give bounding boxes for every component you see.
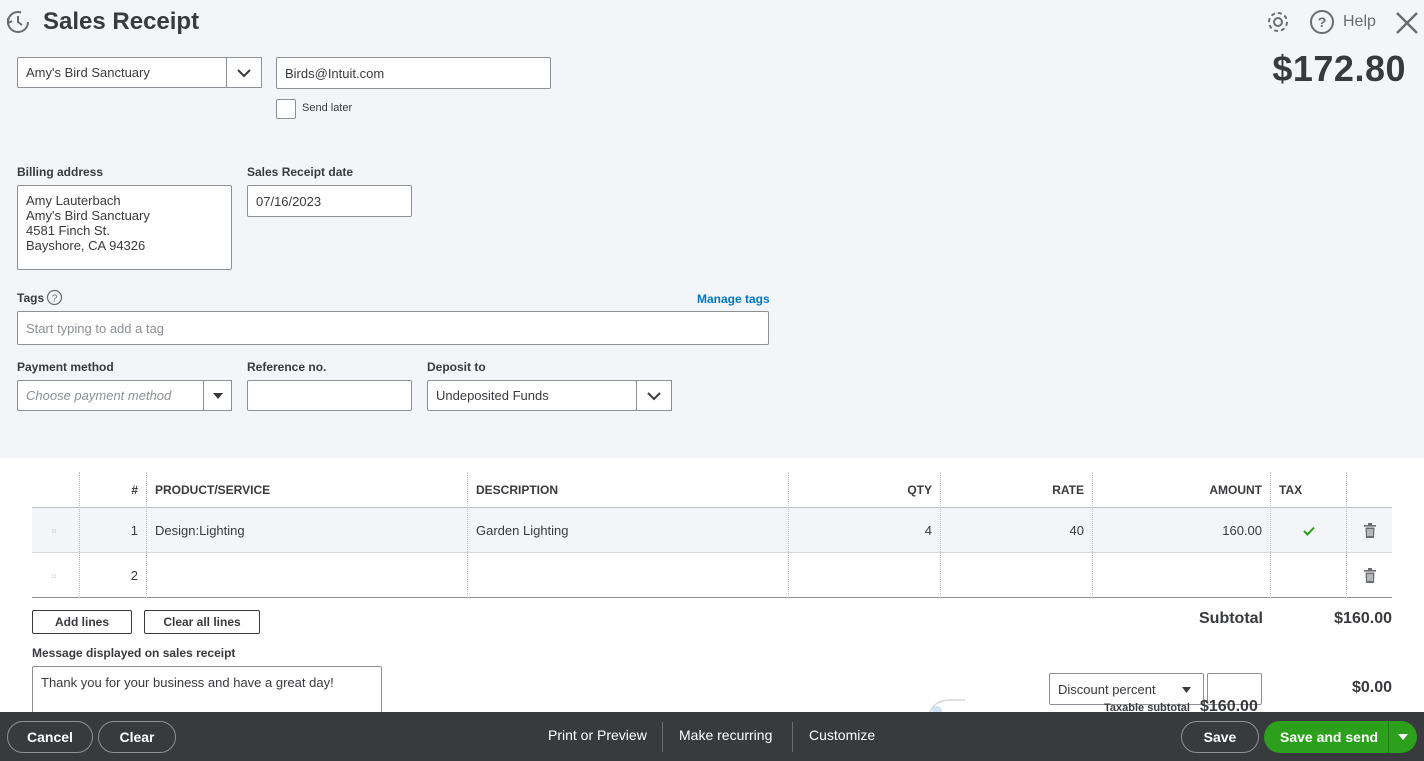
billing-address-label: Billing address bbox=[17, 165, 104, 179]
deposit-to-dropdown-button[interactable] bbox=[636, 380, 672, 411]
col-header-qty: QTY bbox=[907, 483, 932, 497]
tax-cell[interactable] bbox=[1271, 508, 1347, 553]
payment-method-dropdown-button[interactable] bbox=[203, 380, 232, 411]
close-icon[interactable] bbox=[1394, 10, 1420, 36]
email-field[interactable]: Birds@Intuit.com bbox=[276, 57, 551, 89]
tags-label: Tags bbox=[17, 291, 45, 305]
description-cell[interactable] bbox=[468, 553, 788, 598]
discount-type-select[interactable]: Discount percent bbox=[1049, 673, 1204, 705]
column-divider bbox=[467, 472, 468, 598]
product-cell[interactable]: Design:Lighting bbox=[147, 508, 467, 553]
row-number: 1 bbox=[130, 523, 138, 538]
customize-link[interactable]: Customize bbox=[809, 727, 875, 743]
footer-divider bbox=[662, 722, 663, 752]
chevron-down-icon bbox=[237, 68, 251, 77]
table-row[interactable]: 1 Design:Lighting Garden Lighting 4 40 1… bbox=[32, 508, 1392, 553]
payment-method-placeholder: Choose payment method bbox=[26, 388, 172, 403]
add-lines-button[interactable]: Add lines bbox=[32, 610, 132, 634]
column-divider bbox=[79, 472, 80, 598]
tags-placeholder: Start typing to add a tag bbox=[26, 320, 165, 336]
billing-line: Bayshore, CA 94326 bbox=[26, 238, 146, 253]
description-cell[interactable]: Garden Lighting bbox=[468, 508, 788, 553]
discount-amount: $0.00 bbox=[1351, 679, 1392, 696]
footer-bar: Cancel Clear Print or Preview Make recur… bbox=[0, 712, 1424, 761]
delete-row-button[interactable] bbox=[1348, 508, 1392, 553]
clear-button[interactable]: Clear bbox=[98, 721, 176, 753]
column-divider bbox=[940, 472, 941, 598]
reference-input[interactable] bbox=[247, 380, 412, 411]
billing-line: Amy Lauterbach bbox=[26, 193, 121, 208]
payment-method-select[interactable]: Choose payment method bbox=[17, 380, 204, 411]
gear-icon[interactable] bbox=[1265, 9, 1291, 35]
help-link[interactable]: Help bbox=[1343, 13, 1376, 31]
column-divider bbox=[788, 472, 789, 598]
product-cell[interactable] bbox=[147, 553, 467, 598]
amount-cell[interactable]: 160.00 bbox=[1093, 508, 1270, 553]
qty-cell[interactable] bbox=[789, 553, 940, 598]
tags-input[interactable]: Start typing to add a tag bbox=[17, 311, 769, 345]
discount-type-value: Discount percent bbox=[1058, 681, 1156, 697]
total-amount: $172.80 bbox=[1272, 48, 1406, 89]
decorative-shape bbox=[929, 699, 965, 712]
billing-address-field[interactable]: Amy Lauterbach Amy's Bird Sanctuary 4581… bbox=[17, 185, 232, 270]
qty-cell[interactable]: 4 bbox=[789, 508, 940, 553]
reference-label: Reference no. bbox=[247, 360, 327, 374]
column-divider bbox=[1346, 472, 1347, 598]
receipt-date-field[interactable]: 07/16/2023 bbox=[247, 185, 412, 217]
column-divider bbox=[146, 472, 147, 598]
col-header-tax: TAX bbox=[1279, 483, 1303, 497]
page-title: Sales Receipt bbox=[43, 8, 200, 35]
col-header-amount: AMOUNT bbox=[1209, 483, 1262, 497]
col-header-product: PRODUCT/SERVICE bbox=[155, 483, 271, 497]
caret-down-icon bbox=[1398, 734, 1408, 740]
column-divider bbox=[1092, 472, 1093, 598]
footer-divider bbox=[792, 722, 793, 752]
drag-handle-icon[interactable] bbox=[44, 553, 64, 598]
customer-select[interactable]: Amy's Bird Sanctuary bbox=[17, 57, 227, 88]
rate-cell[interactable] bbox=[941, 553, 1092, 598]
tax-cell[interactable] bbox=[1271, 553, 1347, 598]
trash-icon bbox=[1364, 523, 1376, 538]
message-label: Message displayed on sales receipt bbox=[32, 646, 236, 660]
send-later-checkbox[interactable] bbox=[276, 99, 296, 119]
trash-icon bbox=[1364, 568, 1376, 583]
billing-line: 4581 Finch St. bbox=[26, 223, 110, 238]
subtotal-label: Subtotal bbox=[1199, 610, 1263, 627]
caret-down-icon bbox=[212, 392, 223, 399]
col-header-description: DESCRIPTION bbox=[476, 483, 559, 497]
recent-history-icon[interactable] bbox=[4, 8, 32, 36]
subtotal-value: $160.00 bbox=[1334, 610, 1392, 627]
delete-row-button[interactable] bbox=[1348, 553, 1392, 598]
row-number: 2 bbox=[130, 568, 138, 583]
send-later-label: Send later bbox=[302, 102, 353, 114]
drag-handle-icon[interactable] bbox=[44, 508, 64, 553]
help-icon[interactable]: ? bbox=[1309, 9, 1335, 35]
make-recurring-link[interactable]: Make recurring bbox=[679, 727, 772, 743]
checkmark-icon bbox=[1303, 526, 1315, 536]
svg-text:?: ? bbox=[52, 294, 58, 305]
billing-line: Amy's Bird Sanctuary bbox=[26, 208, 150, 223]
customer-dropdown-button[interactable] bbox=[226, 57, 262, 88]
save-options-dropdown[interactable] bbox=[1388, 721, 1417, 753]
deposit-to-select[interactable]: Undeposited Funds bbox=[427, 380, 637, 411]
payment-method-label: Payment method bbox=[17, 360, 114, 374]
table-row[interactable]: 2 bbox=[32, 553, 1392, 598]
tags-info-icon[interactable]: ? bbox=[46, 289, 63, 306]
caret-down-icon bbox=[1182, 687, 1191, 693]
deposit-to-label: Deposit to bbox=[427, 360, 486, 374]
clear-all-lines-button[interactable]: Clear all lines bbox=[144, 610, 260, 634]
svg-text:?: ? bbox=[1318, 14, 1327, 30]
table-header: # PRODUCT/SERVICE DESCRIPTION QTY RATE A… bbox=[32, 472, 1392, 508]
chevron-down-icon bbox=[647, 391, 661, 400]
amount-cell[interactable] bbox=[1093, 553, 1270, 598]
cancel-button[interactable]: Cancel bbox=[7, 721, 93, 753]
column-divider bbox=[1270, 472, 1271, 598]
manage-tags-link[interactable]: Manage tags bbox=[697, 292, 770, 306]
col-header-rate: RATE bbox=[1052, 483, 1084, 497]
col-header-number: # bbox=[131, 483, 138, 497]
save-button[interactable]: Save bbox=[1181, 721, 1259, 753]
rate-cell[interactable]: 40 bbox=[941, 508, 1092, 553]
print-preview-link[interactable]: Print or Preview bbox=[548, 727, 647, 743]
receipt-date-label: Sales Receipt date bbox=[247, 165, 354, 179]
